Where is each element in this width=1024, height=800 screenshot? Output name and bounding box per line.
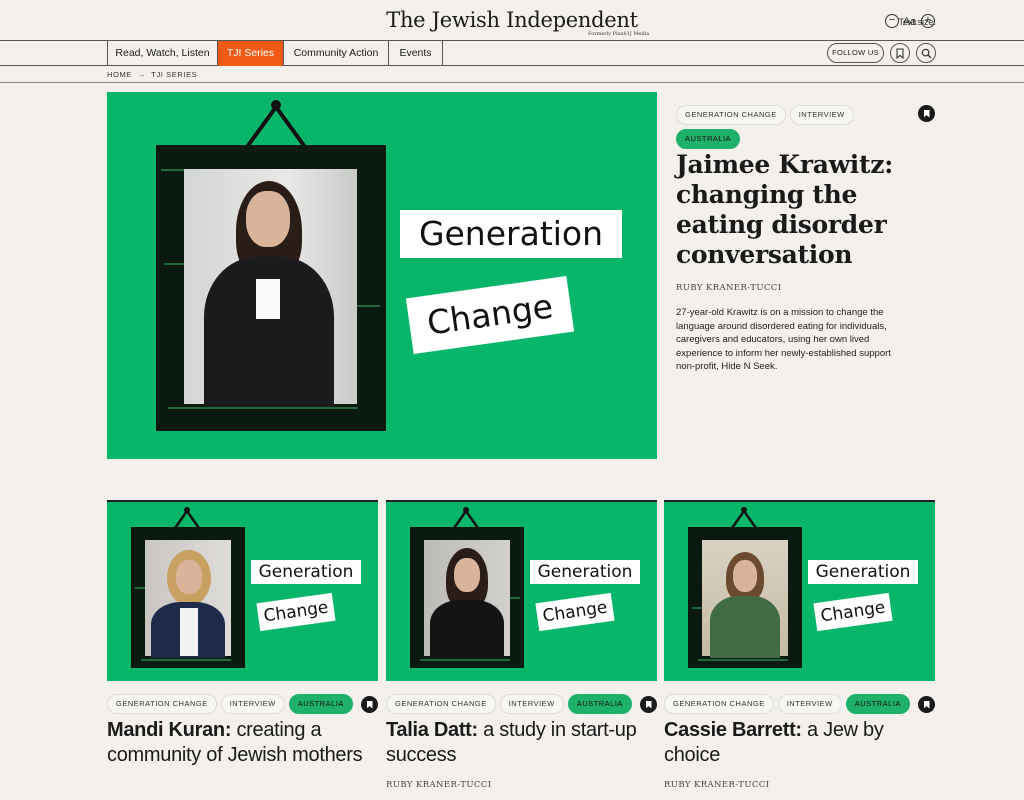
picture-frame [156, 145, 386, 431]
card-image[interactable]: Generation Change [386, 500, 657, 681]
portrait-photo [145, 540, 231, 658]
tag-interview[interactable]: INTERVIEW [220, 694, 285, 714]
picture-frame [410, 527, 524, 668]
card-title[interactable]: Cassie Barrett: a Jew by choice [664, 718, 926, 767]
text-size-increase-button[interactable]: + [921, 14, 935, 28]
nav-divider [442, 41, 443, 66]
text-size-decrease-button[interactable]: − [885, 14, 899, 28]
search-icon [921, 48, 932, 59]
card-title-name: Cassie Barrett: [664, 719, 802, 741]
tag-interview[interactable]: INTERVIEW [789, 105, 854, 125]
masthead: The Jewish Independent Formerly Plus61J … [0, 0, 1024, 40]
change-sign: Change [256, 592, 336, 632]
card-tags: GENERATION CHANGE INTERVIEW AUSTRALIA [107, 694, 353, 714]
tag-interview[interactable]: INTERVIEW [777, 694, 842, 714]
tag-australia[interactable]: AUSTRALIA [288, 694, 353, 714]
tag-generation-change[interactable]: GENERATION CHANGE [676, 105, 786, 125]
card-title[interactable]: Talia Datt: a study in start-up success [386, 718, 648, 767]
tag-australia[interactable]: AUSTRALIA [676, 129, 741, 149]
card-bookmark-icon[interactable] [640, 696, 657, 713]
card-image[interactable]: Generation Change [107, 500, 378, 681]
generation-sign: Generation [400, 210, 622, 258]
text-size-aa: Aa [903, 16, 917, 28]
card-title-name: Mandi Kuran: [107, 719, 232, 741]
generation-sign: Generation [251, 560, 361, 584]
card-image[interactable]: Generation Change [664, 500, 935, 681]
nav-item-tji-series[interactable]: TJI Series [217, 41, 283, 66]
card-author[interactable]: RUBY KRANER-TUCCI [386, 780, 491, 790]
tag-interview[interactable]: INTERVIEW [499, 694, 564, 714]
hero-image[interactable]: Generation Change [107, 92, 657, 459]
portrait-photo [702, 540, 788, 658]
card-author[interactable]: RUBY KRANER-TUCCI [664, 780, 769, 790]
nav-item-community-action[interactable]: Community Action [283, 41, 388, 66]
bookmark-icon [896, 48, 904, 59]
portrait-photo [184, 169, 357, 407]
logo-subtitle: Formerly Plus61J Media [588, 31, 650, 37]
portrait-photo [424, 540, 510, 658]
breadcrumb-current[interactable]: TJI SERIES [151, 70, 197, 79]
bookmarks-button[interactable] [890, 43, 910, 63]
card-bookmark-icon[interactable] [361, 696, 378, 713]
hero-title[interactable]: Jaimee Krawitz: changing the eating diso… [676, 150, 926, 270]
tag-generation-change[interactable]: GENERATION CHANGE [664, 694, 774, 714]
card-tags: GENERATION CHANGE INTERVIEW AUSTRALIA [386, 694, 632, 714]
tag-australia[interactable]: AUSTRALIA [845, 694, 910, 714]
frame-hook-icon [245, 100, 307, 149]
change-sign: Change [535, 592, 615, 632]
tag-australia[interactable]: AUSTRALIA [567, 694, 632, 714]
generation-sign: Generation [808, 560, 918, 584]
tag-generation-change[interactable]: GENERATION CHANGE [386, 694, 496, 714]
change-sign: Change [813, 592, 893, 632]
picture-frame [688, 527, 802, 668]
hero-bookmark-icon[interactable] [918, 105, 935, 122]
search-button[interactable] [916, 43, 936, 63]
site-logo[interactable]: The Jewish Independent [0, 8, 1024, 32]
tag-generation-change[interactable]: GENERATION CHANGE [107, 694, 217, 714]
generation-sign: Generation [530, 560, 640, 584]
hero-author[interactable]: RUBY KRANER-TUCCI [676, 283, 781, 293]
breadcrumb-separator: → [137, 70, 146, 79]
card-bookmark-icon[interactable] [918, 696, 935, 713]
picture-frame [131, 527, 245, 668]
main-nav: Read, Watch, Listen TJI Series Community… [0, 40, 1024, 66]
card-title[interactable]: Mandi Kuran: creating a community of Jew… [107, 718, 369, 767]
card-title-name: Talia Datt: [386, 719, 478, 741]
card-tags: GENERATION CHANGE INTERVIEW AUSTRALIA [664, 694, 910, 714]
breadcrumb: HOME → TJI SERIES [107, 70, 197, 79]
breadcrumb-home[interactable]: HOME [107, 70, 132, 79]
hero-tags: GENERATION CHANGE INTERVIEW AUSTRALIA [676, 105, 906, 149]
nav-item-read-watch-listen[interactable]: Read, Watch, Listen [107, 41, 217, 66]
change-sign: Change [405, 275, 575, 355]
nav-item-events[interactable]: Events [388, 41, 442, 66]
breadcrumb-divider [0, 82, 1024, 83]
hero-description: 27-year-old Krawitz is on a mission to c… [676, 307, 891, 372]
follow-us-button[interactable]: FOLLOW US [827, 43, 884, 63]
